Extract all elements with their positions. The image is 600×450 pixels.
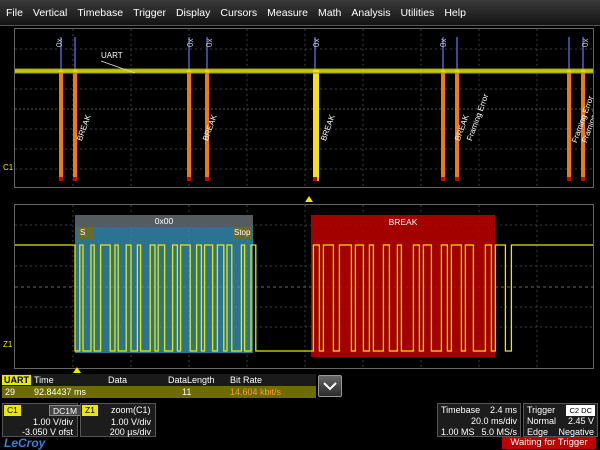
annot-4: 0x — [439, 38, 448, 47]
menu-measure[interactable]: Measure — [267, 7, 308, 19]
z1-scale: 1.00 V/div — [110, 417, 151, 427]
trigger-descriptor[interactable]: Trigger C2 DC Normal 2.45 V Edge Negativ… — [523, 403, 598, 437]
c1-coupling: DC1M — [49, 405, 82, 416]
trigger-label: Trigger — [527, 405, 556, 415]
row-length: 11 — [182, 387, 192, 397]
packet1-label: 0x00 — [154, 216, 174, 226]
annot-5: 0x — [581, 38, 590, 47]
upper-packet-bar — [73, 69, 77, 181]
trigger-position-marker[interactable] — [305, 196, 313, 202]
packet-box-break — [311, 215, 495, 357]
timebase-delay: 2.4 ms — [489, 405, 517, 415]
menu-cursors[interactable]: Cursors — [220, 7, 257, 19]
upper-packet-bar — [59, 69, 63, 181]
zoom-trigger-marker[interactable] — [73, 367, 81, 373]
upper-packet-dot — [441, 177, 445, 181]
annot-2: 0x — [205, 38, 214, 47]
timebase-descriptor[interactable]: Timebase 2.4 ms 20.0 ms/div 1.00 MS 5.0 … — [437, 403, 521, 437]
c1-scale: 1.00 V/div — [32, 417, 73, 427]
menu-display[interactable]: Display — [176, 7, 210, 19]
z1-timebase: 200 µs/div — [109, 427, 151, 437]
acquisition-status: Waiting for Trigger — [502, 437, 596, 449]
timebase-rate: 5.0 MS/s — [481, 427, 517, 437]
decode-header-row: UART Time Data DataLength Bit Rate — [2, 374, 316, 386]
annot-3: 0x — [312, 38, 321, 47]
col-data[interactable]: Data — [108, 375, 127, 385]
upper-waveform-grid[interactable]: UART 0x 0x 0x 0x 0x 0x BREAK BREAK BREAK… — [14, 28, 594, 188]
upper-packet-dot — [187, 177, 191, 181]
upper-packet-dot — [313, 177, 317, 181]
upper-packet-dot — [581, 177, 585, 181]
row-bitrate: 14.604 kbit/s — [230, 387, 282, 397]
upper-packet-dot — [73, 177, 77, 181]
upper-packet-bars — [59, 37, 585, 181]
chevron-down-icon — [323, 382, 337, 391]
trigger-mode: Normal — [527, 416, 557, 426]
upper-packet-dot — [205, 177, 209, 181]
packet1-stop: Stop — [234, 228, 251, 237]
c1-descriptor[interactable]: C1 DC1M 1.00 V/div -3.050 V ofst — [2, 403, 82, 437]
upper-packet-bar — [441, 69, 445, 181]
zoom-waveform-svg — [15, 205, 593, 368]
menu-vertical[interactable]: Vertical — [33, 7, 67, 19]
c1-channel-marker: C1 — [3, 163, 14, 172]
upper-packet-dot — [567, 177, 571, 181]
trigger-slope: Negative — [558, 427, 594, 437]
upper-packet-dot — [455, 177, 459, 181]
menu-help[interactable]: Help — [444, 7, 466, 19]
packet2-label: BREAK — [388, 217, 418, 227]
menu-timebase[interactable]: Timebase — [77, 7, 123, 19]
menu-math[interactable]: Math — [318, 7, 341, 19]
brand-logo: LeCroy — [4, 436, 46, 450]
timebase-label: Timebase — [441, 405, 481, 415]
uart-trace-label: UART — [101, 51, 123, 60]
row-index: 29 — [5, 387, 16, 397]
z1-channel-marker: Z1 — [3, 340, 13, 349]
col-bitrate[interactable]: Bit Rate — [230, 375, 262, 385]
row-time: 92.84437 ms — [34, 387, 87, 397]
timebase-per-div: 20.0 ms/div — [470, 416, 517, 426]
decode-title[interactable]: UART — [2, 375, 31, 385]
col-time[interactable]: Time — [34, 375, 54, 385]
decode-expand-button[interactable] — [318, 375, 342, 397]
packet1-start: S — [80, 228, 86, 237]
upper-packet-bar — [567, 69, 571, 181]
upper-packet-dot — [59, 177, 63, 181]
trigger-source-tag: C2 DC — [566, 405, 595, 416]
upper-packet-bar — [313, 69, 319, 181]
upper-packet-bar — [187, 69, 191, 181]
c1-tag: C1 — [4, 405, 21, 416]
timebase-samples: 1.00 MS — [441, 427, 475, 437]
trigger-type: Edge — [527, 427, 549, 437]
trigger-level: 2.45 V — [567, 416, 594, 426]
menu-analysis[interactable]: Analysis — [351, 7, 390, 19]
decode-table[interactable]: UART Time Data DataLength Bit Rate 29 92… — [2, 374, 316, 398]
menu-trigger[interactable]: Trigger — [133, 7, 166, 19]
decode-data-row[interactable]: 29 92.84437 ms 11 14.604 kbit/s — [2, 386, 316, 398]
z1-tag: Z1 — [82, 405, 98, 416]
menu-file[interactable]: File — [6, 7, 23, 19]
col-datalength[interactable]: DataLength — [168, 375, 215, 385]
z1-descriptor[interactable]: Z1 zoom(C1) 1.00 V/div 200 µs/div — [80, 403, 156, 437]
menu-utilities[interactable]: Utilities — [400, 7, 434, 19]
annot-1: 0x — [186, 38, 195, 47]
annot-0: 0x — [55, 38, 64, 47]
menu-bar: File Vertical Timebase Trigger Display C… — [0, 0, 600, 26]
zoom-waveform-grid[interactable]: 0x00 S Stop BREAK — [14, 204, 594, 369]
z1-title: zoom(C1) — [111, 405, 151, 415]
